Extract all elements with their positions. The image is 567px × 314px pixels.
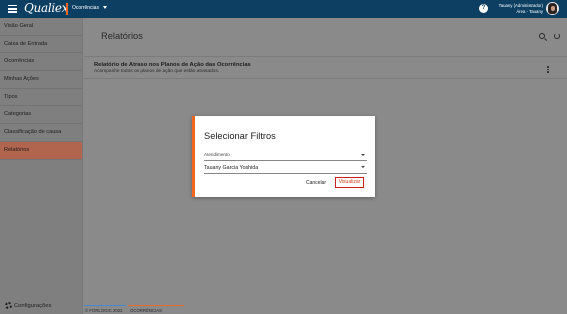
sidebar-item-classificacao-de-causa[interactable]: Classificação de causa (0, 124, 82, 142)
sidebar-item-ocorrencias[interactable]: Ocorrências (0, 53, 82, 72)
settings-link[interactable]: Configurações (5, 302, 51, 309)
user-select[interactable]: Tauany Garcia Yoshida (204, 165, 258, 171)
footer: © FORLOGIC 2022 OCORRÊNCIAS (84, 305, 567, 314)
sidebar-item-tipos[interactable]: Tipos (0, 89, 82, 107)
user-info[interactable]: Tauany (Administrador) Área - Tauany (499, 3, 543, 14)
cancel-button[interactable]: Cancelar (305, 178, 327, 188)
footer-module: OCORRÊNCIAS (130, 308, 162, 313)
module-selector-label[interactable]: Ocorrências (72, 5, 99, 11)
settings-label: Configurações (14, 302, 52, 309)
help-icon[interactable]: ? (479, 4, 488, 13)
module-separator (66, 3, 68, 15)
footer-accent-orange (128, 305, 184, 307)
chevron-down-icon[interactable] (361, 166, 365, 168)
refresh-icon[interactable] (554, 33, 560, 39)
more-options-icon[interactable] (547, 66, 549, 74)
search-icon[interactable] (539, 33, 545, 39)
footer-accent-blue (84, 305, 126, 307)
page-title: Relatórios (101, 31, 143, 41)
view-button[interactable]: Visualizar (335, 177, 364, 188)
sidebar-item-categorias[interactable]: Categorias (0, 106, 82, 125)
chevron-down-icon[interactable] (103, 6, 107, 9)
chevron-down-icon[interactable] (361, 154, 365, 156)
user-select-underline (204, 173, 367, 174)
app-logo[interactable]: Qualiex (24, 1, 68, 15)
top-bar: Qualiex Ocorrências ? Tauany (Administra… (0, 0, 567, 18)
user-area: Área - Tauany (516, 8, 543, 14)
gear-icon (5, 302, 12, 309)
user-name: Tauany (Administrador) (498, 3, 543, 8)
filter-dialog: Selecionar Filtros Atendimento Tauany Ga… (192, 116, 375, 197)
report-description: Acompanhe todos os planos de ação que es… (94, 69, 220, 74)
report-title: Relatório de Atraso nos Planos de Ação d… (94, 62, 251, 68)
menu-icon[interactable] (8, 5, 17, 13)
attendance-select-underline (204, 159, 367, 161)
attendance-select[interactable]: Atendimento (204, 152, 230, 157)
sidebar-item-visao-geral[interactable]: Visão Geral (0, 18, 82, 36)
sidebar-item-caixa-de-entrada[interactable]: Caixa de Entrada (0, 36, 82, 54)
sidebar: Visão Geral Caixa de Entrada Ocorrências… (0, 18, 83, 314)
page-header: Relatórios (84, 18, 567, 56)
sidebar-item-minhas-acoes[interactable]: Minhas Ações (0, 71, 82, 89)
footer-copyright: © FORLOGIC 2022 (85, 308, 123, 313)
dialog-title: Selecionar Filtros (204, 131, 276, 141)
avatar[interactable] (546, 2, 559, 15)
report-list-item[interactable]: Relatório de Atraso nos Planos de Ação d… (84, 56, 567, 79)
sidebar-item-relatorios[interactable]: Relatórios (0, 141, 82, 160)
